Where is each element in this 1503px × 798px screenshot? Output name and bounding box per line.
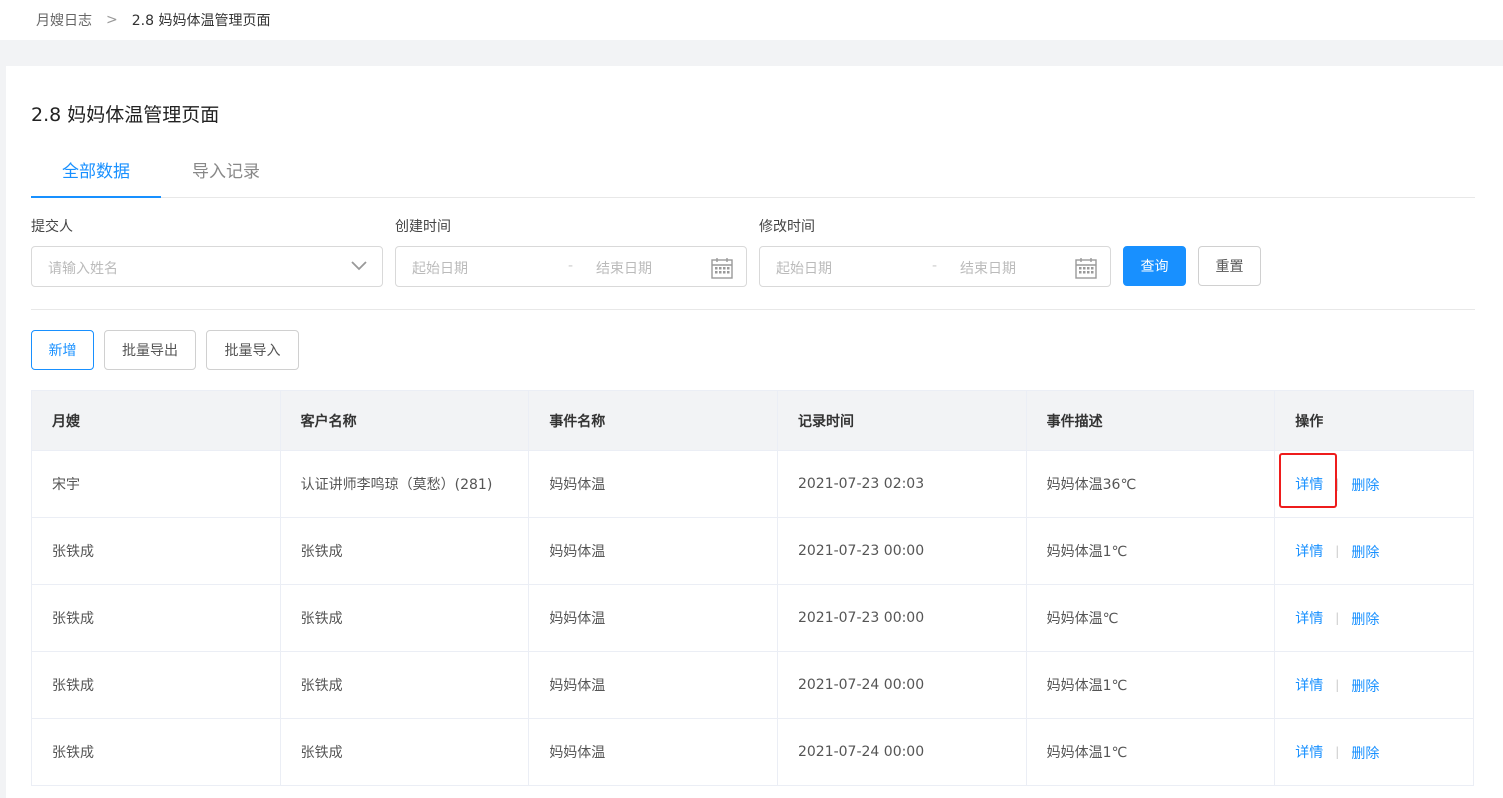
delete-link[interactable]: 删除 [1351,743,1379,763]
cell-customer: 认证讲师李鸣琼（莫愁）(281) [281,451,530,517]
records-table: 月嫂 客户名称 事件名称 记录时间 事件描述 操作 宋宇 认证讲师李鸣琼（莫愁）… [31,390,1474,786]
table-row: 张铁成 张铁成 妈妈体温 2021-07-23 00:00 妈妈体温℃ 详情 |… [32,585,1473,652]
column-header-event: 事件名称 [529,391,778,450]
modified-start-placeholder[interactable]: 起始日期 [776,258,832,278]
table-row: 宋宇 认证讲师李鸣琼（莫愁）(281) 妈妈体温 2021-07-23 02:0… [32,451,1473,518]
delete-link[interactable]: 删除 [1351,475,1379,495]
calendar-icon[interactable] [710,256,734,280]
cell-actions: 详情 | 删除 [1275,518,1473,584]
cell-nanny: 张铁成 [32,518,281,584]
column-header-nanny: 月嫂 [32,391,281,450]
cell-event: 妈妈体温 [529,652,778,718]
calendar-icon[interactable] [1074,256,1098,280]
tab-bar: 全部数据 导入记录 [31,156,1475,198]
batch-import-button[interactable]: 批量导入 [206,330,299,370]
cell-time: 2021-07-24 00:00 [778,719,1027,785]
cell-customer: 张铁成 [281,585,530,651]
cell-customer: 张铁成 [281,518,530,584]
detail-link[interactable]: 详情 [1295,675,1323,695]
column-header-description: 事件描述 [1027,391,1276,450]
divider [31,309,1475,310]
modified-end-placeholder[interactable]: 结束日期 [960,258,1016,278]
cell-event: 妈妈体温 [529,585,778,651]
cell-description: 妈妈体温36℃ [1027,451,1276,517]
cell-time: 2021-07-23 00:00 [778,518,1027,584]
action-separator: | [1335,611,1340,625]
highlight-box [1279,453,1338,508]
created-end-placeholder[interactable]: 结束日期 [596,258,652,278]
column-header-actions: 操作 [1295,413,1324,430]
cell-description: 妈妈体温1℃ [1027,719,1276,785]
cell-customer: 张铁成 [281,719,530,785]
page-title: 2.8 妈妈体温管理页面 [31,104,220,126]
cell-actions: 详情 | 删除 [1275,451,1473,517]
delete-link[interactable]: 删除 [1351,676,1379,696]
cell-actions: 详情 | 删除 [1275,585,1473,651]
detail-link[interactable]: 详情 [1295,608,1323,628]
table-header: 月嫂 客户名称 事件名称 记录时间 事件描述 操作 [32,390,1473,451]
breadcrumb-parent[interactable]: 月嫂日志 [36,10,92,30]
created-start-placeholder[interactable]: 起始日期 [412,258,468,278]
batch-export-button[interactable]: 批量导出 [104,330,196,370]
detail-link[interactable]: 详情 [1295,541,1323,561]
cell-event: 妈妈体温 [529,451,778,517]
delete-link[interactable]: 删除 [1351,542,1379,562]
created-time-label: 创建时间 [395,219,451,235]
breadcrumb-separator: > [106,12,118,28]
table-row: 张铁成 张铁成 妈妈体温 2021-07-23 00:00 妈妈体温1℃ 详情 … [32,518,1473,585]
query-button[interactable]: 查询 [1123,246,1186,286]
created-range-dash: - [568,258,574,274]
cell-event: 妈妈体温 [529,719,778,785]
main-card: 2.8 妈妈体温管理页面 全部数据 导入记录 提交人 请输入姓名 创建时间 起始… [6,66,1503,798]
action-separator: | [1335,745,1340,759]
table-row: 张铁成 张铁成 妈妈体温 2021-07-24 00:00 妈妈体温1℃ 详情 … [32,652,1473,719]
column-header-time: 记录时间 [778,391,1027,450]
modified-time-label: 修改时间 [759,219,815,235]
tab-import-records[interactable]: 导入记录 [161,156,291,198]
breadcrumb-current: 2.8 妈妈体温管理页面 [131,13,271,29]
action-separator: | [1335,544,1340,558]
cell-time: 2021-07-23 02:03 [778,451,1027,517]
chevron-down-icon [351,261,367,271]
submitter-placeholder: 请输入姓名 [48,261,118,277]
cell-description: 妈妈体温1℃ [1027,652,1276,718]
created-date-range[interactable]: 起始日期 - 结束日期 [395,246,747,287]
action-separator: | [1335,678,1340,692]
delete-link[interactable]: 删除 [1351,609,1379,629]
submitter-label: 提交人 [31,219,73,235]
cell-time: 2021-07-24 00:00 [778,652,1027,718]
cell-description: 妈妈体温℃ [1027,585,1276,651]
cell-actions: 详情 | 删除 [1275,652,1473,718]
detail-link[interactable]: 详情 [1295,742,1323,762]
cell-actions: 详情 | 删除 [1275,719,1473,785]
cell-nanny: 张铁成 [32,719,281,785]
cell-nanny: 张铁成 [32,652,281,718]
tab-all-data[interactable]: 全部数据 [31,156,161,198]
cell-event: 妈妈体温 [529,518,778,584]
modified-range-dash: - [932,258,938,274]
cell-nanny: 宋宇 [32,451,281,517]
cell-time: 2021-07-23 00:00 [778,585,1027,651]
modified-date-range[interactable]: 起始日期 - 结束日期 [759,246,1111,287]
cell-customer: 张铁成 [281,652,530,718]
add-button[interactable]: 新增 [31,330,94,370]
reset-button[interactable]: 重置 [1198,246,1261,286]
table-row: 张铁成 张铁成 妈妈体温 2021-07-24 00:00 妈妈体温1℃ 详情 … [32,719,1473,786]
cell-description: 妈妈体温1℃ [1027,518,1276,584]
cell-nanny: 张铁成 [32,585,281,651]
breadcrumb: 月嫂日志 > 2.8 妈妈体温管理页面 [0,0,1503,40]
submitter-select[interactable]: 请输入姓名 [31,246,383,287]
column-header-customer: 客户名称 [281,391,530,450]
